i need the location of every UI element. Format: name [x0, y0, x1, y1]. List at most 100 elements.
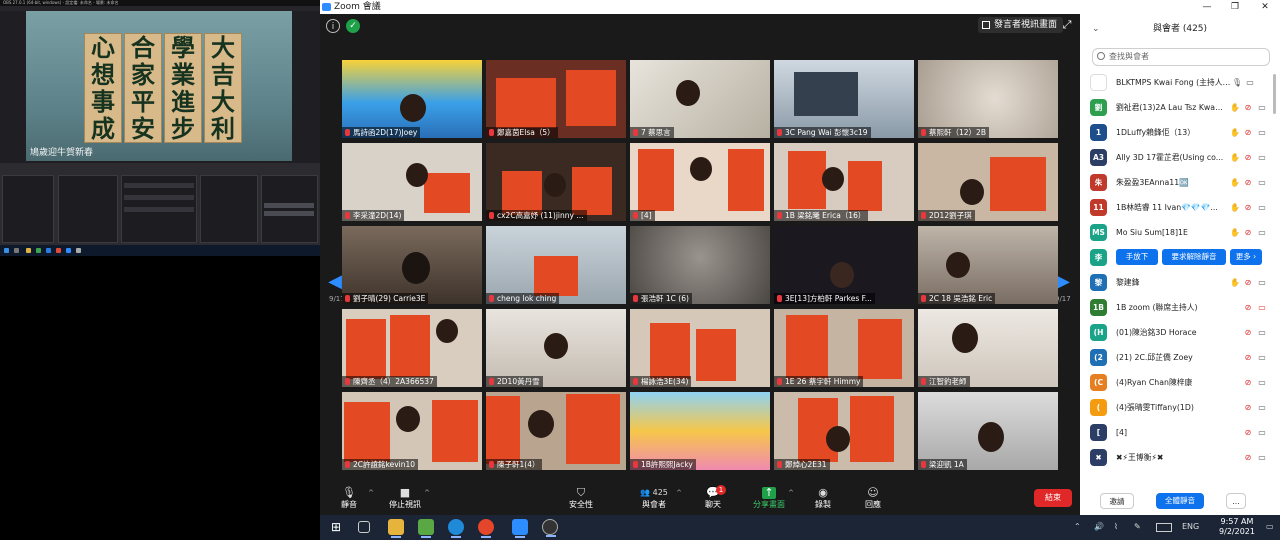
video-camera-icon[interactable]: ▭	[1258, 128, 1266, 137]
video-tile[interactable]: 張浩軒 1C (6)	[630, 226, 770, 304]
muted-mic-icon[interactable]: ⊘	[1244, 128, 1252, 137]
ask-unmute-button[interactable]: 要求解除靜音	[1162, 249, 1226, 265]
search-icon[interactable]	[14, 248, 19, 253]
chevron-up-icon[interactable]: ^	[676, 489, 682, 497]
video-camera-icon[interactable]: ▭	[1258, 428, 1266, 437]
system-clock[interactable]: 9:57 AM 9/2/2021	[1216, 517, 1258, 537]
chrome-icon[interactable]	[478, 519, 494, 538]
video-tile[interactable]: 陳子軒1(4）	[486, 392, 626, 470]
transitions-dock[interactable]	[200, 175, 258, 243]
mute-button[interactable]: 🎙 靜音 ^	[324, 485, 374, 513]
video-camera-icon[interactable]: ▭	[1258, 328, 1266, 337]
video-tile[interactable]: 7 蔡思言	[630, 60, 770, 138]
participant-row[interactable]: 黎 黎建鋒 ✋ ⊘ ▭	[1080, 270, 1276, 295]
maximize-icon[interactable]: ❐	[1222, 0, 1248, 14]
video-tile[interactable]: 1B 梁銘曦 Erica（16）	[774, 143, 914, 221]
muted-mic-icon[interactable]: ⊘	[1244, 303, 1252, 312]
muted-mic-icon[interactable]: ⊘	[1244, 453, 1252, 462]
muted-mic-icon[interactable]: ⊘	[1244, 178, 1252, 187]
info-icon[interactable]: i	[326, 19, 340, 33]
participant-row[interactable]: ( (4)張晴雯Tiffany(1D) ⊘ ▭	[1080, 395, 1276, 420]
video-tile[interactable]: 鄭焯心2E31	[774, 392, 914, 470]
muted-mic-icon[interactable]: ⊘	[1244, 278, 1252, 287]
video-off-icon[interactable]: ▭	[1258, 303, 1266, 312]
windows-start-icon[interactable]: ⊞	[328, 519, 344, 535]
video-tile[interactable]: 李采潼2D(14)	[342, 143, 482, 221]
video-tile[interactable]: 鄭嘉茵Elsa（5）	[486, 60, 626, 138]
muted-mic-icon[interactable]: ⊘	[1244, 403, 1252, 412]
muted-mic-icon[interactable]: ⊘	[1244, 428, 1252, 437]
participant-row[interactable]: 11 1B林皓睿 11 Ivan💎💎💎... ✋ ⊘ ▭	[1080, 195, 1276, 220]
task-view-icon[interactable]	[358, 521, 370, 533]
video-tile[interactable]: 馬詩函2D(17)Joey	[342, 60, 482, 138]
chrome-icon[interactable]	[56, 248, 61, 253]
zoom-icon[interactable]	[66, 248, 71, 253]
chevron-up-icon[interactable]: ^	[788, 489, 794, 497]
chevron-up-icon[interactable]: ⌃	[1074, 521, 1081, 533]
video-tile[interactable]: 1E 26 蔡宇軒 Himmy	[774, 309, 914, 387]
app-icon[interactable]	[418, 519, 434, 538]
participant-row[interactable]: BLKTMPS Kwai Fong (主持人, 我) 🎙 ▭	[1080, 70, 1276, 95]
prev-page-icon[interactable]: ◀	[328, 272, 342, 292]
video-camera-icon[interactable]: ▭	[1258, 378, 1266, 387]
microphone-icon[interactable]: 🎙	[1232, 78, 1242, 87]
video-tile[interactable]: 江智釣老師	[918, 309, 1058, 387]
participant-row[interactable]: A3 Ally 3D 17霍芷君(Using co... ✋ ⊘ ▭	[1080, 145, 1276, 170]
video-camera-icon[interactable]: ▭	[1258, 278, 1266, 287]
chevron-up-icon[interactable]: ^	[424, 489, 430, 497]
share-screen-button[interactable]: ↑ 分享畫面 ^	[744, 485, 794, 513]
video-camera-icon[interactable]: ▭	[1258, 103, 1266, 112]
video-camera-icon[interactable]: ▭	[1258, 228, 1266, 237]
participant-row[interactable]: 劉 劉祉君(13)2A Lau Tsz Kwan... ✋ ⊘ ▭	[1080, 95, 1276, 120]
video-camera-icon[interactable]: ▭	[1246, 78, 1254, 87]
start-streaming-button[interactable]	[264, 203, 314, 208]
start-icon[interactable]	[4, 248, 9, 253]
muted-mic-icon[interactable]: ⊘	[1244, 228, 1252, 237]
notification-icon[interactable]: ▭	[1266, 521, 1274, 533]
muted-mic-icon[interactable]: ⊘	[1244, 353, 1252, 362]
app-icon[interactable]	[36, 248, 41, 253]
video-tile[interactable]: 2C 18 吳浩銘 Eric	[918, 226, 1058, 304]
video-tile[interactable]: cx2C高嘉妤 (11)jinny ...	[486, 143, 626, 221]
end-meeting-button[interactable]: 結束	[1034, 489, 1072, 507]
shield-icon[interactable]: ✓	[346, 19, 360, 33]
video-camera-icon[interactable]: ▭	[1258, 403, 1266, 412]
video-tile[interactable]: 楊詠浩3E(34)	[630, 309, 770, 387]
video-tile[interactable]: cheng lok ching	[486, 226, 626, 304]
video-tile[interactable]: 梁迎凱 1A	[918, 392, 1058, 470]
keyboard-icon[interactable]	[1156, 523, 1172, 532]
mute-all-button[interactable]: 全體靜音	[1156, 493, 1204, 509]
video-tile[interactable]: 劉子晴(29) Carrie3E	[342, 226, 482, 304]
participant-row[interactable]: ✖ ✖⚡王博衡⚡✖ ⊘ ▭	[1080, 445, 1276, 470]
more-options-button[interactable]: ...	[1226, 493, 1246, 509]
video-camera-icon[interactable]: ▭	[1258, 203, 1266, 212]
lower-hand-button[interactable]: 手放下	[1116, 249, 1158, 265]
video-tile[interactable]: 3C Pang Wai 彭懷3c19	[774, 60, 914, 138]
muted-mic-icon[interactable]: ⊘	[1244, 103, 1252, 112]
participant-row[interactable]: 1 1DLuffy賴鋒佢（13） ✋ ⊘ ▭	[1080, 120, 1276, 145]
participant-row[interactable]: MS Mo Siu Sum[18]1E ✋ ⊘ ▭	[1080, 220, 1276, 245]
chat-button[interactable]: 💬 1 聊天	[688, 485, 738, 513]
obs-icon[interactable]	[76, 248, 81, 253]
invite-button[interactable]: 邀請	[1100, 493, 1134, 509]
speaker-view-button[interactable]: 發言者視訊畫面	[978, 17, 1064, 33]
video-camera-icon[interactable]: ▭	[1258, 453, 1266, 462]
reactions-button[interactable]: ☺ 回應	[848, 485, 898, 513]
speaker-icon[interactable]: 🔊	[1094, 521, 1104, 533]
muted-mic-icon[interactable]: ⊘	[1244, 328, 1252, 337]
video-camera-icon[interactable]: ▭	[1258, 153, 1266, 162]
participant-row[interactable]: 朱 朱盈盈3EAnna11🆗 ✋ ⊘ ▭	[1080, 170, 1276, 195]
sources-dock[interactable]	[58, 175, 118, 243]
muted-mic-icon[interactable]: ⊘	[1244, 153, 1252, 162]
zoom-app-icon[interactable]	[512, 519, 528, 538]
video-tile[interactable]: [4]	[630, 143, 770, 221]
video-tile[interactable]: 2C許誼銘kevin10	[342, 392, 482, 470]
stop-video-button[interactable]: ■ 停止視訊 ^	[380, 485, 430, 513]
participant-row[interactable]: (2 (21) 2C.邱芷僑 Zoey ⊘ ▭	[1080, 345, 1276, 370]
close-icon[interactable]: ✕	[1252, 0, 1278, 14]
chevron-up-icon[interactable]: ^	[368, 489, 374, 497]
network-icon[interactable]: ⌇	[1114, 521, 1118, 533]
video-tile[interactable]: 陳齊丞（4）2A366537	[342, 309, 482, 387]
video-tile[interactable]: 2D12劉子琪	[918, 143, 1058, 221]
participant-search-input[interactable]: 查找與會者	[1092, 48, 1270, 66]
